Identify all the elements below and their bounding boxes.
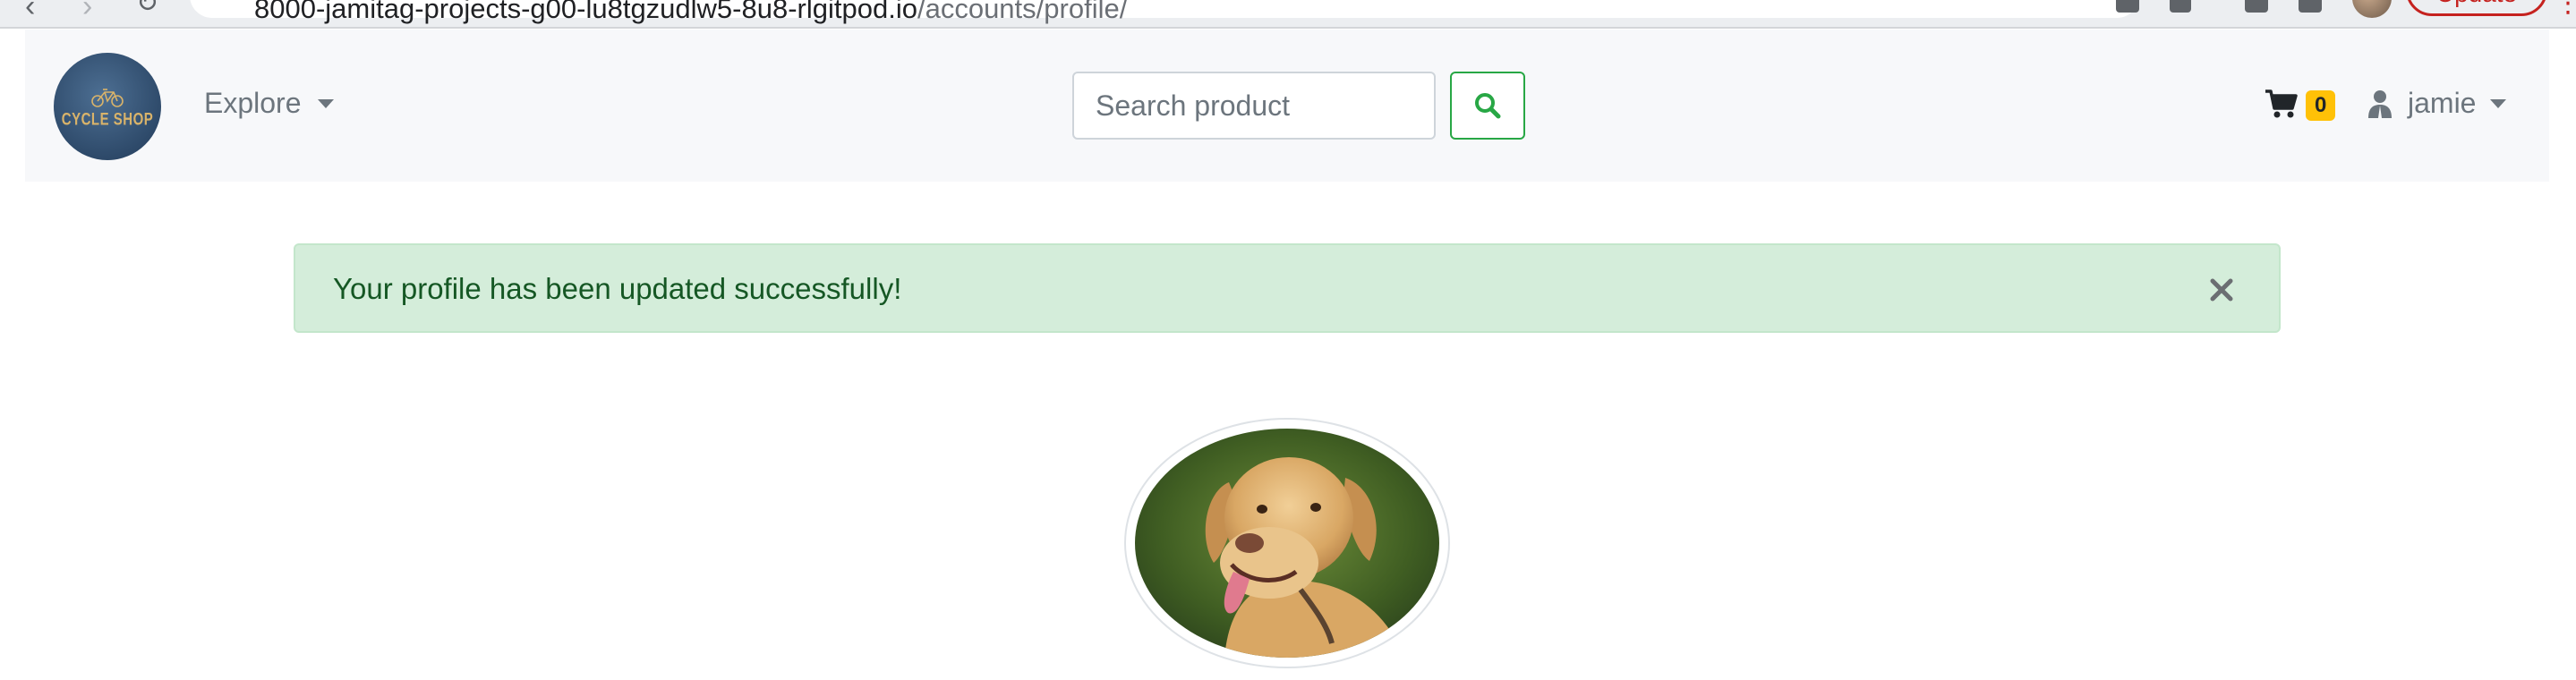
- shopping-cart-icon: [2265, 89, 2298, 118]
- reload-icon[interactable]: ↻: [136, 0, 158, 19]
- navbar: CYCLE SHOP Explore 0 jamie: [25, 30, 2549, 182]
- browser-profile-avatar[interactable]: [2352, 0, 2392, 18]
- browser-toolbar: ‹ › ↻ 8000-jamitag-projects-g00-lu8tgzud…: [0, 0, 2576, 29]
- alert-close-button[interactable]: [2204, 268, 2239, 311]
- explore-dropdown[interactable]: Explore: [204, 87, 334, 120]
- address-bar[interactable]: 8000-jamitag-projects-g00-lu8tgzudlw5-8u…: [190, 0, 2139, 24]
- user-dropdown[interactable]: jamie: [2367, 87, 2507, 120]
- profile-picture-frame: [1124, 418, 1450, 668]
- success-alert: Your profile has been updated successful…: [294, 243, 2281, 333]
- explore-label: Explore: [204, 87, 302, 119]
- sidebar-icon[interactable]: [2299, 0, 2322, 13]
- search-icon: [1475, 93, 1501, 119]
- user-icon: [2368, 89, 2392, 118]
- caret-down-icon: [2490, 98, 2507, 108]
- browser-menu-icon[interactable]: ⋮: [2555, 0, 2576, 19]
- dog-photo-image: [1135, 429, 1439, 658]
- cart-link[interactable]: 0: [2265, 87, 2336, 121]
- url-host: 8000-jamitag-projects-g00-lu8tgzudlw5-8u…: [254, 0, 917, 24]
- bookmark-star-icon[interactable]: [2170, 0, 2191, 13]
- cart-count-badge: 0: [2306, 90, 2336, 121]
- browser-update-button[interactable]: Update: [2406, 0, 2547, 16]
- back-arrow-icon[interactable]: ‹: [25, 0, 35, 24]
- forward-arrow-icon[interactable]: ›: [82, 0, 92, 24]
- logo-text: CYCLE SHOP: [61, 108, 154, 130]
- alert-message: Your profile has been updated successful…: [333, 272, 902, 305]
- bicycle-icon: [91, 88, 124, 107]
- site-logo[interactable]: CYCLE SHOP: [54, 53, 161, 160]
- caret-down-icon: [317, 98, 334, 108]
- extensions-icon[interactable]: [2116, 0, 2139, 13]
- puzzle-icon[interactable]: [2245, 0, 2268, 13]
- url-path: /accounts/profile/: [917, 0, 1128, 24]
- search-button[interactable]: [1450, 72, 1525, 140]
- address-bar-url: 8000-jamitag-projects-g00-lu8tgzudlw5-8u…: [254, 0, 1127, 25]
- update-label: Update: [2436, 0, 2517, 8]
- close-icon: [2210, 278, 2233, 302]
- profile-picture: [1135, 429, 1439, 658]
- search-input[interactable]: [1072, 72, 1436, 140]
- username-label: jamie: [2408, 87, 2477, 119]
